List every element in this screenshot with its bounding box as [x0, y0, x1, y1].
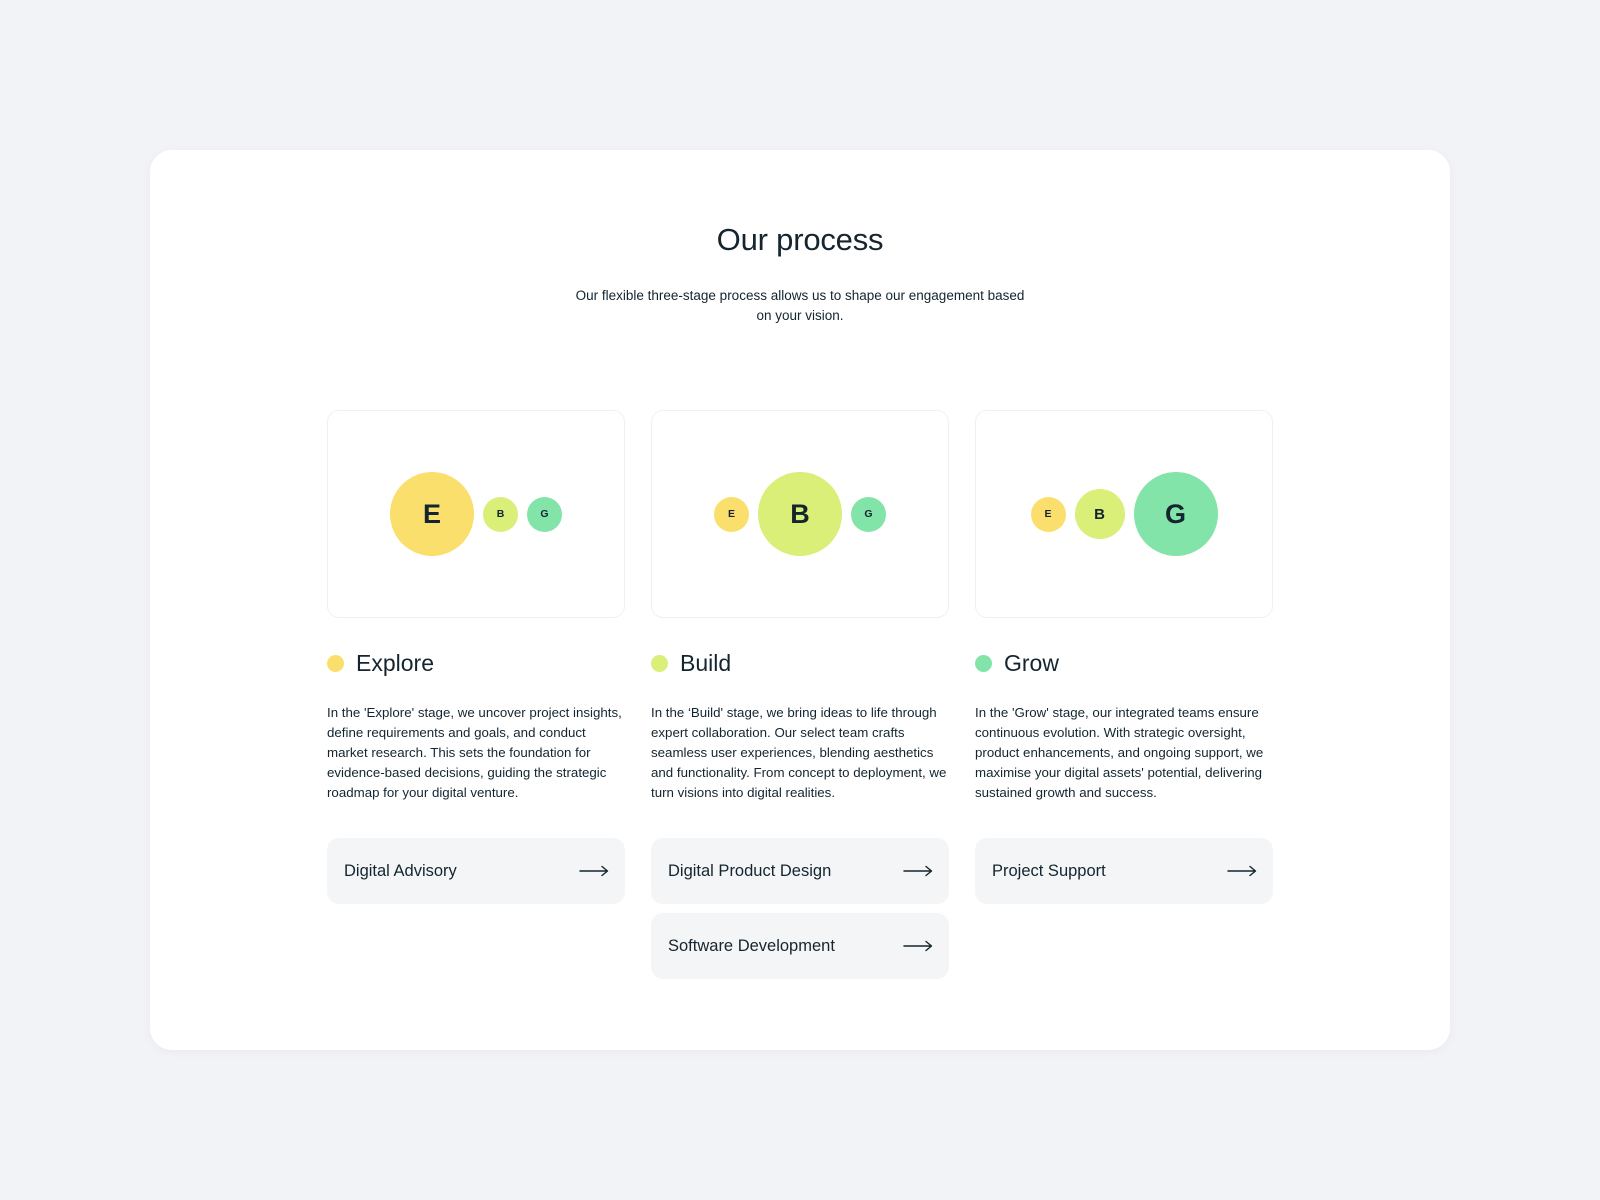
link-label: Software Development: [668, 936, 835, 955]
page-title: Our process: [716, 222, 884, 257]
arrow-right-icon: [903, 865, 933, 877]
link-digital-product-design[interactable]: Digital Product Design: [651, 838, 949, 904]
link-label: Digital Product Design: [668, 861, 832, 880]
stage-links: Project Support: [975, 838, 1273, 904]
stage-name: Grow: [1004, 649, 1059, 676]
stage-dot-icon: [327, 654, 344, 672]
stage-explore: E B G Explore In the 'Explore' stage, we…: [327, 410, 625, 979]
arrow-right-icon: [1227, 865, 1257, 877]
stage-name: Explore: [356, 649, 434, 676]
arrow-right-icon: [579, 865, 609, 877]
bubble-grow: G: [851, 496, 886, 532]
stage-visual-explore: E B G: [327, 410, 625, 618]
link-label: Project Support: [992, 861, 1106, 880]
stage-dot-icon: [975, 654, 992, 672]
stage-heading: Grow: [975, 650, 1273, 676]
bubble-explore: E: [714, 496, 749, 532]
stage-links: Digital Advisory: [327, 838, 625, 904]
stage-description: In the 'Explore' stage, we uncover proje…: [327, 705, 622, 800]
stage-visual-grow: E B G: [975, 410, 1273, 618]
stage-dot-icon: [651, 654, 668, 672]
page-subtitle: Our flexible three-stage process allows …: [575, 288, 1025, 323]
stage-description: In the ‘Build' stage, we bring ideas to …: [651, 705, 947, 800]
stage-build: E B G Build In the ‘Build' stage, we bri…: [651, 410, 949, 979]
bubble-explore: E: [390, 472, 474, 556]
stages-row: E B G Explore In the 'Explore' stage, we…: [327, 410, 1273, 979]
stage-links: Digital Product Design Software Developm…: [651, 838, 949, 979]
link-digital-advisory[interactable]: Digital Advisory: [327, 838, 625, 904]
stage-description: In the 'Grow' stage, our integrated team…: [975, 705, 1264, 800]
bubble-build: B: [758, 472, 842, 556]
bubble-explore: E: [1030, 496, 1066, 532]
link-project-support[interactable]: Project Support: [975, 838, 1273, 904]
stage-heading: Explore: [327, 650, 625, 676]
stage-name: Build: [680, 649, 732, 676]
link-software-development[interactable]: Software Development: [651, 913, 949, 979]
process-section: Our process Our flexible three-stage pro…: [150, 150, 1450, 1050]
bubble-build: B: [483, 496, 518, 532]
arrow-right-icon: [903, 940, 933, 952]
link-label: Digital Advisory: [344, 861, 457, 880]
bubble-grow: G: [1133, 472, 1218, 556]
bubble-grow: G: [527, 496, 562, 532]
stage-heading: Build: [651, 650, 949, 676]
stage-visual-build: E B G: [651, 410, 949, 618]
bubble-build: B: [1074, 489, 1125, 539]
stage-grow: E B G Grow In the 'Grow' stage, our inte…: [975, 410, 1273, 979]
